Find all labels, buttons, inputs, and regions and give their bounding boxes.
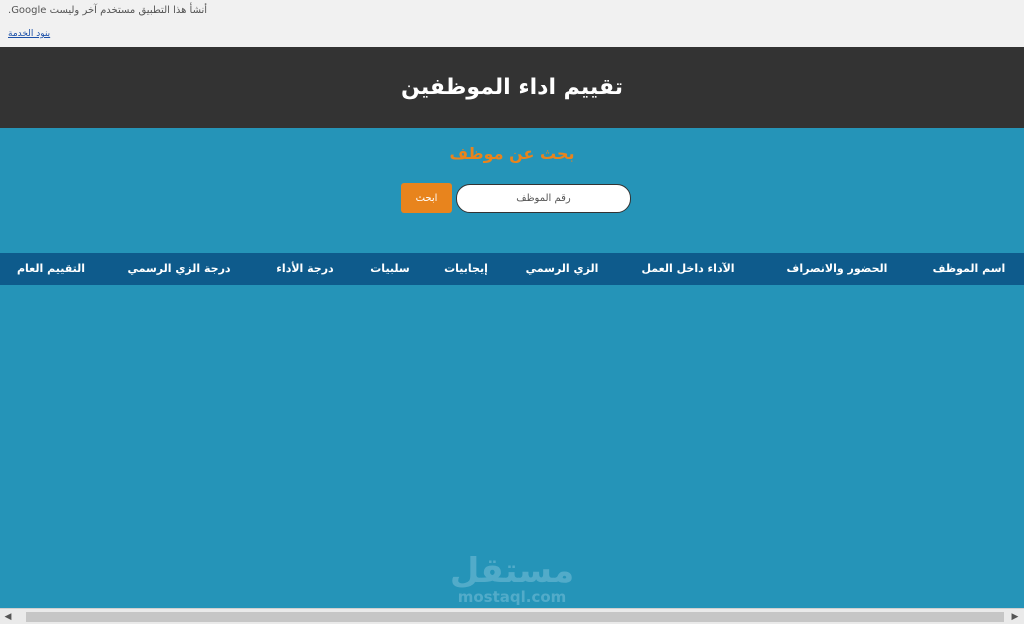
notice-text: أنشأ هذا التطبيق مستخدم آخر وليست Google… (8, 5, 208, 16)
scroll-left-icon[interactable]: ◀ (2, 611, 14, 623)
scroll-thumb[interactable] (26, 612, 1004, 622)
scroll-right-icon[interactable]: ▶ (1009, 611, 1021, 623)
table-header: اسم الموظف الحضور والانصراف الآداء داخل … (0, 253, 1024, 285)
column-header: التقييم العام (16, 262, 86, 275)
app-header: تقييم اداء الموظفين (0, 47, 1024, 128)
search-button[interactable]: ابحث (401, 183, 452, 213)
column-header: الحضور والانصراف (786, 262, 888, 275)
column-header: اسم الموظف (932, 262, 1006, 275)
mostaql-watermark: مستقل mostaql.com (440, 553, 584, 605)
column-header: درجة الزي الرسمي (127, 262, 231, 275)
column-header: إيجابيات (444, 262, 488, 275)
page-title: تقييم اداء الموظفين (401, 75, 623, 100)
terms-link[interactable]: بنود الخدمة (8, 29, 50, 39)
employee-id-input[interactable] (456, 184, 631, 213)
column-header: الزي الرسمي (525, 262, 599, 275)
notice-bar: أنشأ هذا التطبيق مستخدم آخر وليست Google… (0, 0, 1024, 47)
watermark-logo: مستقل (449, 551, 575, 591)
search-title: بحث عن موظف (449, 144, 575, 163)
horizontal-scrollbar[interactable]: ◀ ▶ (0, 608, 1024, 624)
column-header: الآداء داخل العمل (641, 262, 735, 275)
column-header: سلبيات (370, 262, 410, 275)
column-header: درجة الأداء (276, 262, 334, 275)
watermark-domain: mostaql.com (457, 588, 567, 606)
